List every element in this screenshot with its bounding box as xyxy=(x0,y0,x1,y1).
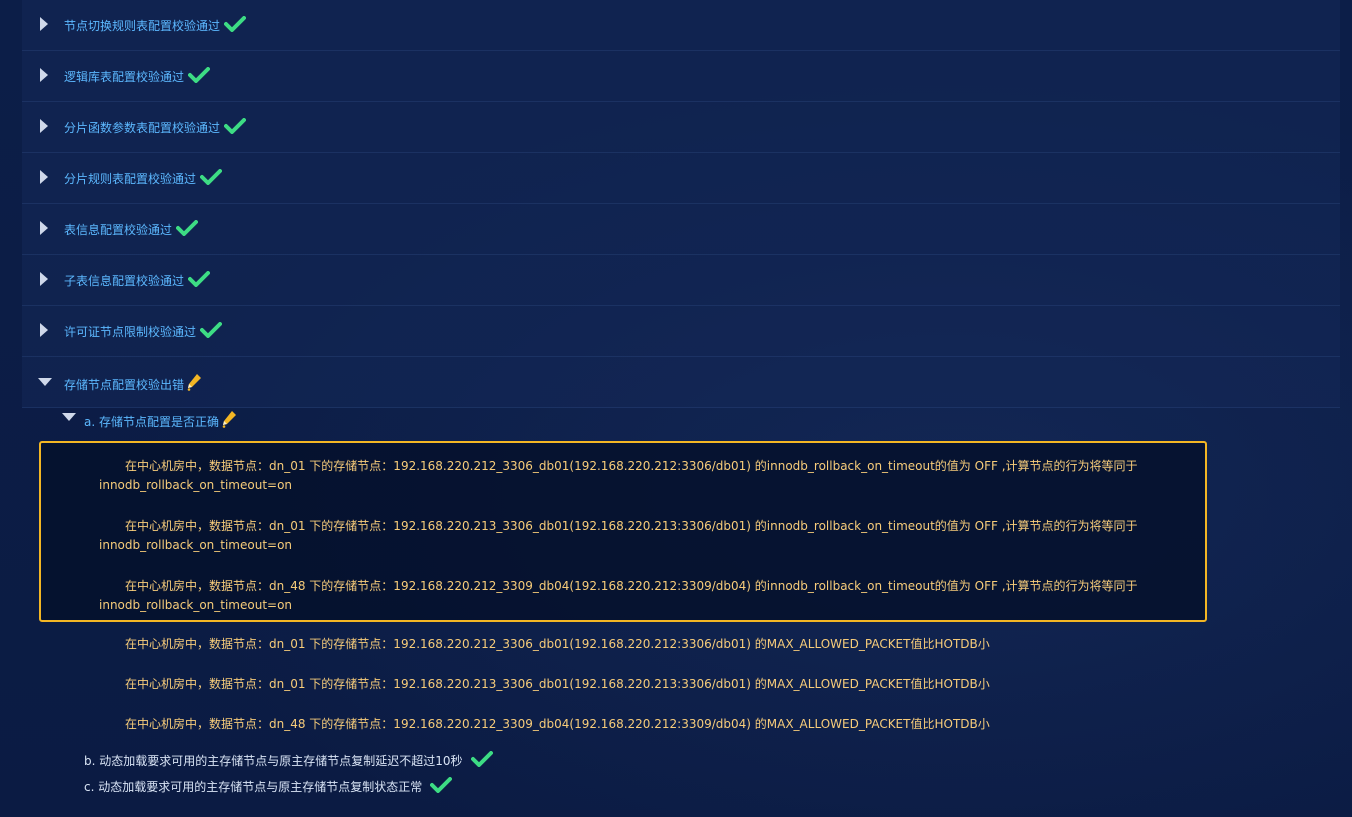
check-icon xyxy=(224,16,247,32)
expand-arrow-icon[interactable] xyxy=(40,68,48,82)
validation-results-panel: 节点切换规则表配置校验通过 逻辑库表配置校验通过 分片函数参数表配置校验通过 分… xyxy=(0,0,1352,817)
subitem-label: c. 动态加载要求可用的主存储节点与原主存储节点复制状态正常 xyxy=(84,780,423,794)
expand-arrow-icon[interactable] xyxy=(40,272,48,286)
check-icon xyxy=(470,751,493,767)
subitem-c[interactable]: c. 动态加载要求可用的主存储节点与原主存储节点复制状态正常 xyxy=(84,777,453,795)
section-label: 分片函数参数表配置校验通过 xyxy=(64,121,221,135)
expand-arrow-icon[interactable] xyxy=(40,221,48,235)
subitem-label: a. 存储节点配置是否正确 xyxy=(84,415,219,429)
check-icon xyxy=(430,777,453,793)
section-label: 表信息配置校验通过 xyxy=(64,223,173,237)
section-label: 子表信息配置校验通过 xyxy=(64,274,185,288)
warning-message: 在中心机房中，数据节点：dn_48 下的存储节点：192.168.220.212… xyxy=(125,717,990,731)
subitem-a[interactable]: a. 存储节点配置是否正确 xyxy=(84,410,237,430)
section-row[interactable]: 表信息配置校验通过 xyxy=(22,204,1340,255)
expand-arrow-icon[interactable] xyxy=(40,17,48,31)
check-icon xyxy=(176,220,199,236)
expand-arrow-icon[interactable] xyxy=(40,323,48,337)
section-row[interactable]: 分片规则表配置校验通过 xyxy=(22,153,1340,204)
error-message: 在中心机房中，数据节点：dn_01 下的存储节点：192.168.220.213… xyxy=(125,519,1138,533)
expand-arrow-icon[interactable] xyxy=(40,119,48,133)
section-label: 分片规则表配置校验通过 xyxy=(64,172,197,186)
check-icon xyxy=(188,271,211,287)
error-message: 在中心机房中，数据节点：dn_48 下的存储节点：192.168.220.212… xyxy=(125,579,1138,593)
warning-pencil-icon xyxy=(187,374,202,391)
check-icon xyxy=(188,67,211,83)
error-message-cont: innodb_rollback_on_timeout=on xyxy=(99,598,293,612)
collapse-arrow-icon[interactable] xyxy=(62,413,76,421)
warning-message: 在中心机房中，数据节点：dn_01 下的存储节点：192.168.220.212… xyxy=(125,637,990,651)
section-row[interactable]: 许可证节点限制校验通过 xyxy=(22,306,1340,357)
subitem-b[interactable]: b. 动态加载要求可用的主存储节点与原主存储节点复制延迟不超过10秒 xyxy=(84,751,493,769)
collapse-arrow-icon[interactable] xyxy=(38,378,52,386)
warning-pencil-icon xyxy=(222,411,236,428)
check-icon xyxy=(200,322,223,338)
section-row[interactable]: 子表信息配置校验通过 xyxy=(22,255,1340,306)
warning-message: 在中心机房中，数据节点：dn_01 下的存储节点：192.168.220.213… xyxy=(125,677,990,691)
subitem-label: b. 动态加载要求可用的主存储节点与原主存储节点复制延迟不超过10秒 xyxy=(84,754,463,768)
section-label: 存储节点配置校验出错 xyxy=(64,378,185,392)
highlighted-error-box: 在中心机房中，数据节点：dn_01 下的存储节点：192.168.220.212… xyxy=(39,441,1207,622)
section-label: 逻辑库表配置校验通过 xyxy=(64,70,185,84)
section-row[interactable]: 节点切换规则表配置校验通过 xyxy=(22,0,1340,51)
check-icon xyxy=(200,169,223,185)
section-row-expanded[interactable]: 存储节点配置校验出错 xyxy=(22,357,1340,408)
error-message: 在中心机房中，数据节点：dn_01 下的存储节点：192.168.220.212… xyxy=(125,459,1138,473)
expand-arrow-icon[interactable] xyxy=(40,170,48,184)
error-message-cont: innodb_rollback_on_timeout=on xyxy=(99,538,293,552)
error-message-cont: innodb_rollback_on_timeout=on xyxy=(99,478,293,492)
section-row[interactable]: 逻辑库表配置校验通过 xyxy=(22,51,1340,102)
section-row[interactable]: 分片函数参数表配置校验通过 xyxy=(22,102,1340,153)
check-icon xyxy=(224,118,247,134)
section-label: 许可证节点限制校验通过 xyxy=(64,325,197,339)
section-label: 节点切换规则表配置校验通过 xyxy=(64,19,221,33)
